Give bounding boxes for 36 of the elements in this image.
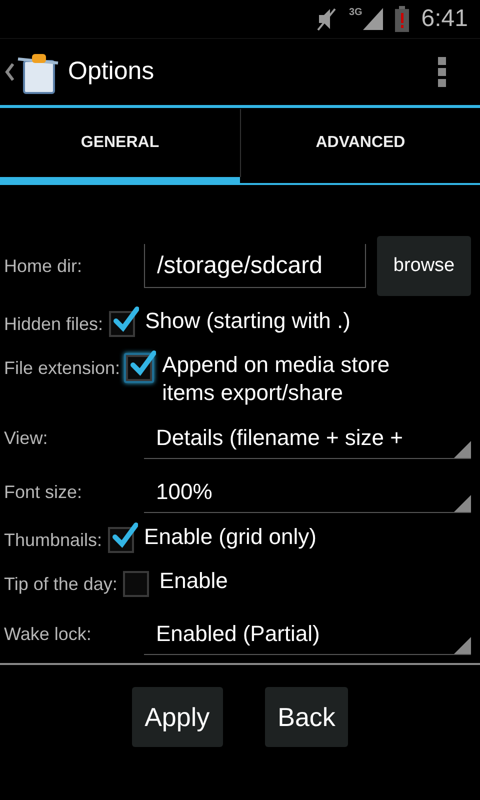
setting-label: Tip of the day: [4,574,118,594]
tab[interactable]: GENERAL [0,109,240,177]
checkbox-label: Show (starting with .) [145,307,350,335]
checkmark-icon [113,305,140,333]
checkbox-label: Append on media store items export/share [162,351,391,407]
setting-label: Hidden files: [4,314,104,334]
path-field[interactable]: /storage/sdcard [144,244,366,288]
dropdown[interactable]: 100% [144,471,471,513]
checkmark-icon [130,349,156,377]
dropdown[interactable]: Details (filename + size + [144,417,471,459]
screen-title: Options [68,56,154,88]
setting-label: Wake lock: [4,622,92,646]
muted-speaker-icon [316,6,337,32]
checkbox-label: Enable (grid only) [144,523,316,551]
signal-icon [363,8,384,30]
setting-label: Home dir: [4,254,84,278]
dropdown-corner-icon [454,441,471,458]
battery-alert-icon [395,6,410,32]
setting-label: View: [4,426,49,450]
clock: 6:41 [421,4,468,34]
checkmark-icon [112,521,138,549]
tab[interactable]: ADVANCED [240,109,480,177]
setting-label: Font size: [4,480,84,504]
dropdown[interactable]: Enabled (Partial) [144,613,471,655]
overflow-menu-icon[interactable] [438,57,446,87]
dropdown-corner-icon [454,495,471,512]
checkbox-label: Enable [159,567,228,595]
setting-label: Thumbnails: [4,530,102,550]
back-caret-icon [5,63,14,81]
browse-button[interactable]: browse [377,236,471,296]
network-type: 3G [348,8,362,18]
dialog-button[interactable]: Apply [132,687,223,747]
dialog-button[interactable]: Back [264,687,348,747]
dropdown-corner-icon [454,637,471,654]
setting-label: File extension: [4,358,120,378]
checkbox[interactable] [123,571,150,597]
